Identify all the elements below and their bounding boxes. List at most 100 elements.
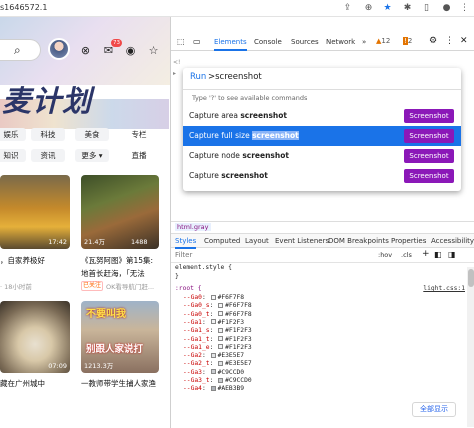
- command-query[interactable]: >screenshot: [208, 72, 262, 82]
- upload-icon[interactable]: ⊗: [79, 44, 92, 57]
- tab-styles[interactable]: Styles: [175, 234, 197, 249]
- screenshot-button[interactable]: Screenshot: [404, 169, 454, 183]
- command-item-capture-area[interactable]: Capture area screenshot Screenshot: [183, 106, 461, 126]
- color-swatch[interactable]: [218, 344, 224, 350]
- category-knowledge[interactable]: 知识: [0, 149, 26, 162]
- cls-toggle[interactable]: .cls: [401, 251, 412, 259]
- scrollbar-thumb[interactable]: [468, 269, 474, 287]
- video-thumbnail[interactable]: 21.4万 1488: [81, 175, 159, 249]
- color-swatch[interactable]: [210, 385, 216, 391]
- tab-elements[interactable]: Elements: [214, 34, 247, 51]
- filter-input[interactable]: Filter: [175, 251, 192, 259]
- category-live[interactable]: 直播: [124, 149, 154, 162]
- css-variable-row[interactable]: --Ga1: #F1F2F3: [183, 319, 244, 327]
- search-input[interactable]: ⌕: [0, 39, 41, 61]
- video-thumbnail[interactable]: 不要叫我 别跟人家说打 1213.3万: [81, 301, 159, 373]
- command-item-capture-full[interactable]: Capture full size screenshot Screenshot: [183, 126, 461, 146]
- color-swatch[interactable]: [210, 369, 216, 375]
- more-options-icon[interactable]: ⋮: [445, 36, 454, 46]
- color-swatch[interactable]: [218, 377, 224, 383]
- css-variable-row[interactable]: --Ga1_e: #F1F2F3: [183, 344, 252, 352]
- breadcrumb-item[interactable]: html.gray: [175, 223, 211, 231]
- color-swatch[interactable]: [210, 319, 216, 325]
- close-icon[interactable]: ✕: [460, 36, 468, 46]
- settings-gear-icon[interactable]: ⚙: [429, 36, 437, 46]
- dom-node[interactable]: <!: [173, 59, 180, 66]
- profile-icon[interactable]: ●: [440, 2, 453, 15]
- side-panel-icon[interactable]: ▯: [420, 2, 433, 15]
- video-title[interactable]: 藏在广州城中: [0, 378, 45, 389]
- color-swatch[interactable]: [218, 360, 224, 366]
- styles-scrollbar[interactable]: [467, 267, 474, 427]
- menu-icon[interactable]: ⋮: [458, 2, 471, 15]
- css-variable-row[interactable]: --Ga3: #C9CCD0: [183, 369, 244, 377]
- css-variable-row[interactable]: --Ga0_s: #F6F7F8: [183, 302, 252, 310]
- css-property-value: #F6F7F8: [225, 310, 252, 318]
- video-thumbnail[interactable]: 07:09: [0, 301, 70, 373]
- extensions-icon[interactable]: ✱: [401, 2, 414, 15]
- category-column[interactable]: 专栏: [124, 128, 154, 141]
- new-rule-icon[interactable]: +: [422, 249, 430, 259]
- command-input[interactable]: Run >screenshot: [183, 68, 461, 90]
- tab-sources[interactable]: Sources: [291, 34, 319, 51]
- issues-counter[interactable]: !2: [403, 37, 412, 45]
- css-variable-row[interactable]: --Ga0: #F6F7F8: [183, 294, 244, 302]
- avatar[interactable]: [48, 38, 70, 60]
- css-variable-row[interactable]: --Ga1_s: #F1F2F3: [183, 327, 252, 335]
- command-item-capture[interactable]: Capture screenshot Screenshot: [183, 166, 461, 186]
- favorite-icon[interactable]: ☆: [147, 44, 160, 57]
- screenshot-button[interactable]: Screenshot: [404, 129, 454, 143]
- command-item-capture-node[interactable]: Capture node screenshot Screenshot: [183, 146, 461, 166]
- source-link[interactable]: light.css:1: [423, 285, 465, 293]
- css-variable-row[interactable]: --Ga1_t: #F1F2F3: [183, 336, 252, 344]
- tab-layout[interactable]: Layout: [245, 234, 269, 249]
- css-variable-row[interactable]: --Ga2_t: #E3E5E7: [183, 360, 252, 368]
- search-icon[interactable]: ⌕: [14, 43, 21, 58]
- screenshot-button[interactable]: Screenshot: [404, 109, 454, 123]
- hov-toggle[interactable]: :hov: [378, 251, 392, 259]
- inspect-icon[interactable]: ⬚: [177, 37, 185, 46]
- command-prefix: Run: [190, 72, 207, 82]
- zoom-icon[interactable]: ⊕: [362, 2, 375, 15]
- tab-properties[interactable]: Properties: [391, 234, 426, 249]
- video-title[interactable]: ，自家养极好: [0, 255, 45, 266]
- color-swatch[interactable]: [218, 336, 224, 341]
- css-variable-row[interactable]: --Ga3_t: #C9CCD0: [183, 377, 252, 385]
- color-swatch[interactable]: [210, 294, 216, 300]
- category-tech[interactable]: 科技: [31, 128, 65, 141]
- tab-dom-breakpoints[interactable]: DOM Breakpoints: [328, 234, 389, 249]
- device-toggle-icon[interactable]: ▭: [193, 37, 201, 46]
- show-all-button[interactable]: 全部显示: [412, 402, 456, 417]
- css-variable-row[interactable]: --Ga4: #AEB3B9: [183, 385, 244, 393]
- styles-pane[interactable]: element.style { } :root { light.css:1 --…: [171, 263, 467, 393]
- warning-counter[interactable]: ▲12: [376, 37, 390, 45]
- css-variable-row[interactable]: --Ga2: #E3E5E7: [183, 352, 244, 360]
- css-variable-row[interactable]: --Ga0_t: #F6F7F8: [183, 311, 252, 319]
- video-thumbnail[interactable]: 17:42: [0, 175, 70, 249]
- screenshot-button[interactable]: Screenshot: [404, 149, 454, 163]
- share-icon[interactable]: ⇪: [341, 2, 354, 15]
- tab-computed[interactable]: Computed: [204, 234, 240, 249]
- sidebar-toggle-icon[interactable]: ◨: [448, 250, 456, 259]
- category-news[interactable]: 资讯: [31, 149, 65, 162]
- color-swatch[interactable]: [218, 311, 224, 317]
- color-swatch[interactable]: [218, 327, 224, 333]
- tab-event-listeners[interactable]: Event Listeners: [275, 234, 329, 249]
- color-swatch[interactable]: [218, 302, 224, 308]
- dynamic-icon[interactable]: ◉: [124, 44, 137, 57]
- tab-accessibility[interactable]: Accessibility: [431, 234, 474, 249]
- dom-node[interactable]: ▸: [173, 70, 176, 77]
- tab-more[interactable]: »: [362, 34, 366, 51]
- computed-toggle-icon[interactable]: ◧: [434, 250, 442, 259]
- address-bar-text[interactable]: s1646572.1: [0, 3, 47, 12]
- bookmark-star-icon[interactable]: ★: [381, 2, 394, 15]
- video-title[interactable]: 一教师带学生捕人家渔: [81, 378, 156, 389]
- css-property-name: --Ga3: [183, 368, 202, 376]
- category-more[interactable]: 更多 ▾: [75, 149, 109, 162]
- video-title[interactable]: 《瓦努阿图》第15集:: [81, 255, 153, 266]
- category-food[interactable]: 美食: [75, 128, 109, 141]
- tab-network[interactable]: Network: [326, 34, 355, 51]
- category-ent[interactable]: 娱乐: [0, 128, 26, 141]
- tab-console[interactable]: Console: [254, 34, 282, 51]
- color-swatch[interactable]: [210, 352, 216, 358]
